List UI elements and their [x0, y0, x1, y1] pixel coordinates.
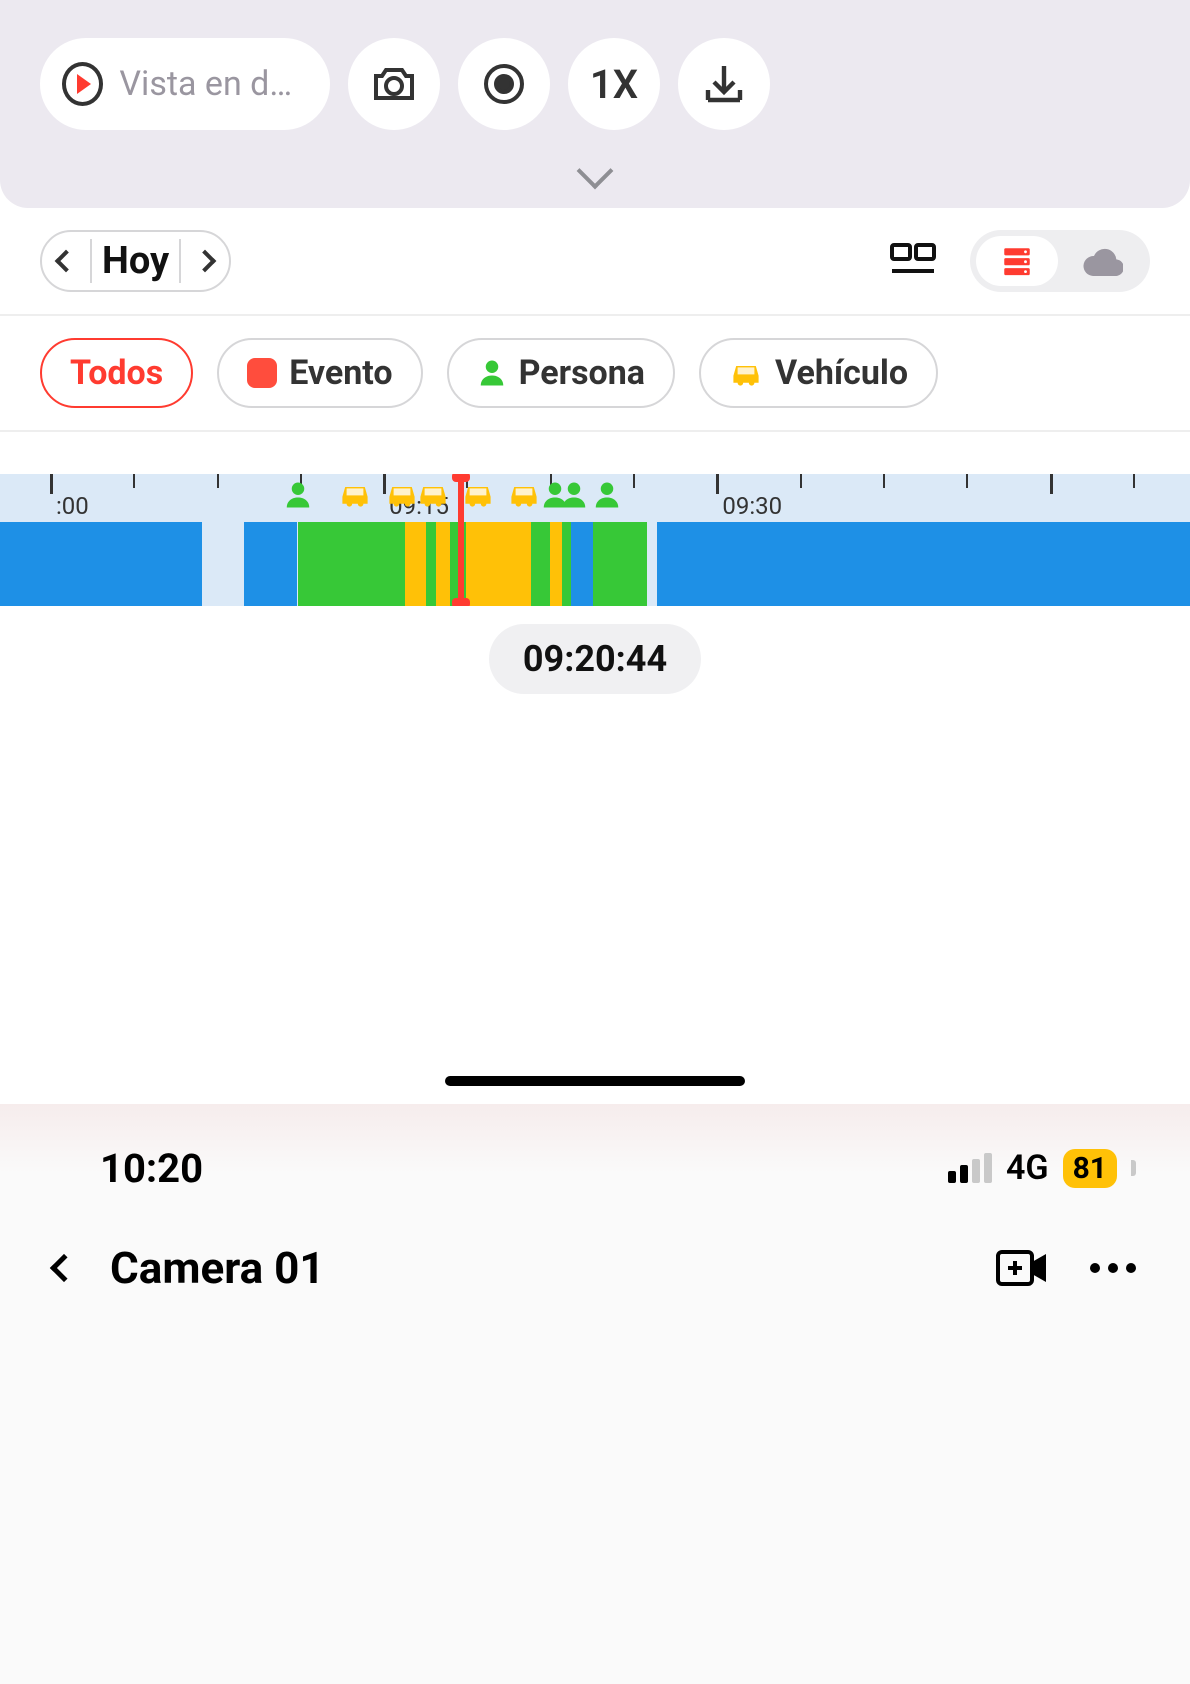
event-icon [247, 358, 277, 388]
timeline-wrap: :0009:1509:30 09:20:44 [0, 474, 1190, 694]
timeline-segment [593, 522, 648, 606]
speed-label: 1X [590, 61, 638, 108]
timeline-segment [562, 522, 572, 606]
timeline-segment [647, 522, 657, 606]
expand-toolbar-button[interactable] [40, 158, 1150, 188]
timeline-playhead[interactable] [458, 474, 464, 606]
timeline-track [0, 522, 1190, 606]
vehicle-icon [338, 480, 372, 514]
timeline-segment [298, 522, 405, 606]
filter-chip-vehicle[interactable]: Vehículo [699, 338, 938, 408]
toolbar-row: Vista en dir... 1X [40, 38, 1150, 130]
record-button[interactable] [458, 38, 550, 130]
live-view-label: Vista en dir... [119, 64, 300, 104]
chip-label: Todos [70, 353, 163, 393]
filter-chip-person[interactable]: Persona [447, 338, 675, 408]
timeline-segment [571, 522, 592, 606]
timeline[interactable]: :0009:1509:30 [0, 474, 1190, 606]
status-right: 4G 81 [948, 1148, 1136, 1188]
storage-local-button[interactable] [976, 236, 1058, 286]
timeline-segment [202, 522, 244, 606]
date-navigator[interactable]: Hoy [40, 230, 231, 292]
cloud-icon [1083, 246, 1123, 276]
speed-button[interactable]: 1X [568, 38, 660, 130]
camera-header-right [996, 1248, 1136, 1288]
battery-indicator: 81 [1063, 1149, 1117, 1188]
layout-button[interactable] [890, 241, 938, 281]
view-controls [890, 230, 1150, 292]
person-icon [559, 480, 593, 514]
timeline-segment [466, 522, 530, 606]
play-icon [62, 62, 103, 106]
chip-label: Vehículo [775, 353, 908, 393]
timeline-segment [550, 522, 562, 606]
chip-label: Evento [289, 353, 392, 393]
chevron-left-icon[interactable] [55, 250, 78, 273]
camera-title: Camera 01 [110, 1242, 325, 1294]
home-indicator [445, 1076, 745, 1086]
timeline-segment [436, 522, 450, 606]
vehicle-icon [385, 480, 419, 514]
status-time: 10:20 [100, 1145, 203, 1192]
filter-chip-all[interactable]: Todos [40, 338, 193, 408]
battery-cap-icon [1131, 1160, 1136, 1176]
chevron-right-icon[interactable] [194, 250, 217, 273]
timeline-segment [657, 522, 1190, 606]
snapshot-button[interactable] [348, 38, 440, 130]
camera-icon [370, 60, 418, 108]
date-storage-row: Hoy [0, 208, 1190, 314]
record-icon [480, 60, 528, 108]
download-icon [700, 60, 748, 108]
storage-toggle[interactable] [970, 230, 1150, 292]
back-button[interactable] [50, 1254, 78, 1282]
timeline-segment [244, 522, 298, 606]
vehicle-icon [461, 480, 495, 514]
timeline-event-icons [0, 480, 1190, 520]
filter-chip-event[interactable]: Evento [217, 338, 422, 408]
signal-icon [948, 1153, 992, 1183]
person-icon [283, 480, 317, 514]
live-view-button[interactable]: Vista en dir... [40, 38, 330, 130]
chevron-down-icon [577, 153, 614, 190]
person-icon [592, 480, 626, 514]
divider [0, 430, 1190, 432]
vehicle-icon [729, 359, 763, 387]
server-icon [1000, 244, 1034, 278]
playback-toolbar: Vista en dir... 1X [0, 0, 1190, 208]
timeline-segment [426, 522, 436, 606]
timeline-segment [405, 522, 426, 606]
timeline-segment [531, 522, 550, 606]
storage-cloud-button[interactable] [1062, 236, 1144, 286]
person-icon [477, 358, 507, 388]
camera-header: Camera 01 [0, 1198, 1190, 1294]
vehicle-icon [416, 480, 450, 514]
layout-icon [890, 241, 938, 281]
date-label[interactable]: Hoy [90, 239, 181, 283]
status-bar: 10:20 4G 81 [0, 1138, 1190, 1198]
current-time-bubble: 09:20:44 [489, 624, 701, 694]
chip-label: Persona [519, 353, 645, 393]
add-camera-icon[interactable] [996, 1248, 1050, 1288]
filter-chips: Todos Evento Persona Vehículo [0, 316, 1190, 430]
vehicle-icon [507, 480, 541, 514]
timeline-segment [0, 522, 202, 606]
more-button[interactable] [1090, 1263, 1136, 1273]
network-label: 4G [1006, 1148, 1049, 1188]
download-button[interactable] [678, 38, 770, 130]
camera-header-left: Camera 01 [54, 1242, 325, 1294]
secondary-screen: 10:20 4G 81 Camera 01 [0, 1104, 1190, 1684]
